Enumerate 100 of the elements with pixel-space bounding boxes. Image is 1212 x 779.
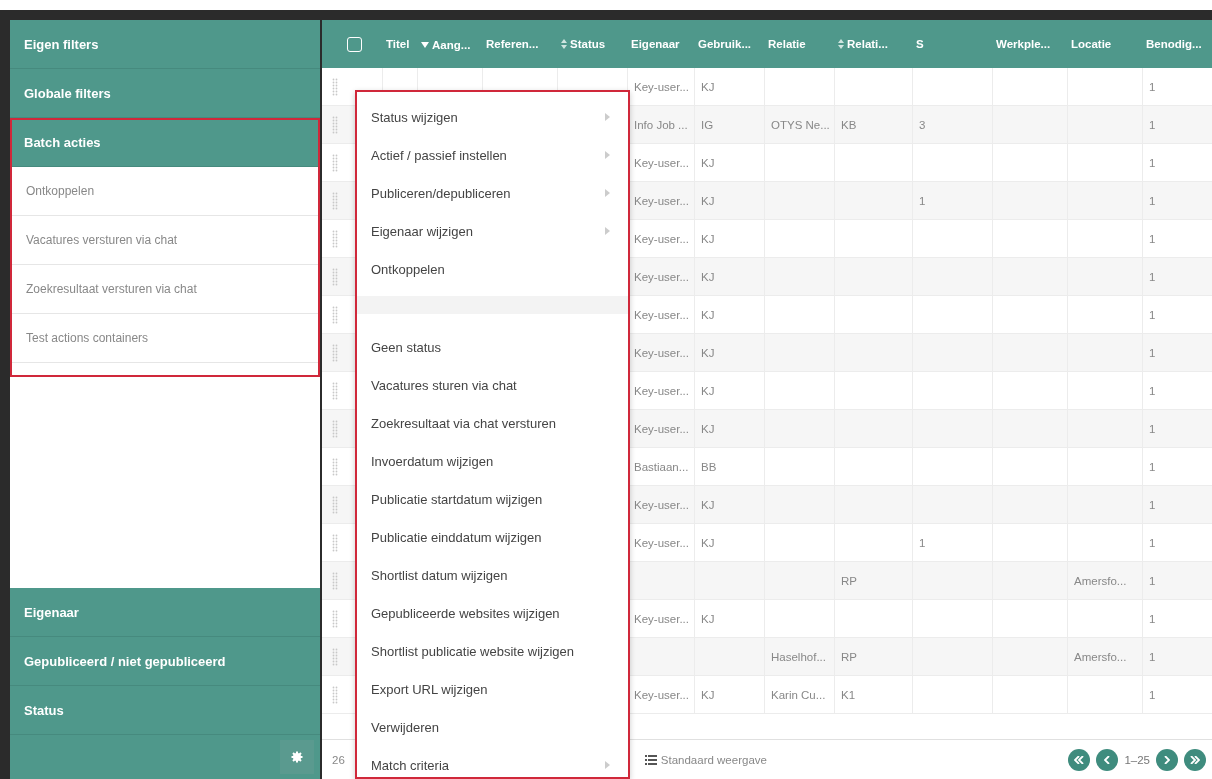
sidebar-section-header[interactable]: Eigenaar xyxy=(10,588,320,637)
column-header[interactable]: Benodig... xyxy=(1146,38,1202,50)
submenu-arrow-icon xyxy=(605,227,610,235)
menu-item[interactable]: Eigenaar wijzigen xyxy=(357,212,628,250)
select-all-checkbox[interactable] xyxy=(347,36,362,52)
menu-item[interactable]: Actief / passief instellen xyxy=(357,136,628,174)
drag-handle-icon[interactable] xyxy=(331,153,338,172)
table-cell: Key-user... xyxy=(634,308,689,321)
table-cell: 1 xyxy=(1149,308,1156,321)
table-cell: KJ xyxy=(701,688,715,701)
menu-item[interactable]: Geen status xyxy=(357,328,628,366)
table-cell: 1 xyxy=(1149,422,1156,435)
sidebar-item[interactable]: Vacatures versturen via chat xyxy=(12,216,318,265)
sidebar-item[interactable]: Test actions containers xyxy=(12,314,318,363)
drag-handle-icon[interactable] xyxy=(331,571,338,590)
last-page-button[interactable] xyxy=(1184,748,1206,771)
menu-item[interactable]: Shortlist datum wijzigen xyxy=(357,556,628,594)
drag-handle-icon[interactable] xyxy=(331,647,338,666)
sidebar-section-header[interactable]: Batch acties xyxy=(10,118,320,167)
table-cell: Key-user... xyxy=(634,536,689,549)
list-icon xyxy=(644,754,657,765)
menu-item[interactable]: Status wijzigen xyxy=(357,98,628,136)
table-cell: 1 xyxy=(1149,460,1156,473)
drag-handle-icon[interactable] xyxy=(331,229,338,248)
menu-item[interactable]: Vacatures sturen via chat xyxy=(357,366,628,404)
record-count: 26 xyxy=(332,753,345,766)
menu-item[interactable]: Invoerdatum wijzigen xyxy=(357,442,628,480)
table-cell: 1 xyxy=(1149,194,1156,207)
drag-handle-icon[interactable] xyxy=(331,609,338,628)
drag-handle-icon[interactable] xyxy=(331,343,338,362)
table-cell: RP xyxy=(841,574,857,587)
previous-page-button[interactable] xyxy=(1096,748,1119,771)
first-page-button[interactable] xyxy=(1068,748,1091,771)
sidebar-item[interactable]: Zoekresultaat versturen via chat xyxy=(12,265,318,314)
table-cell: 1 xyxy=(1149,688,1156,701)
next-page-button[interactable] xyxy=(1156,748,1178,771)
menu-item[interactable]: Match criteria xyxy=(357,746,628,779)
table-cell: Key-user... xyxy=(634,194,689,207)
drag-handle-icon[interactable] xyxy=(331,495,338,514)
menu-item[interactable]: Shortlist publicatie website wijzigen xyxy=(357,632,628,670)
menu-item[interactable]: Verwijderen xyxy=(357,708,628,746)
drag-handle-icon[interactable] xyxy=(331,685,338,704)
menu-item[interactable]: Publiceren/depubliceren xyxy=(357,174,628,212)
sidebar-section-header[interactable]: Gepubliceerd / niet gepubliceerd xyxy=(10,637,320,686)
column-header[interactable]: Eigenaar xyxy=(631,38,680,50)
drag-handle-icon[interactable] xyxy=(331,533,338,552)
table-cell: 1 xyxy=(1149,574,1156,587)
settings-icon xyxy=(291,751,303,763)
column-header[interactable]: Relatie xyxy=(768,38,806,50)
table-cell: Bastiaan... xyxy=(634,460,689,473)
drag-handle-icon[interactable] xyxy=(331,381,338,400)
column-header[interactable]: Locatie xyxy=(1071,38,1112,50)
menu-item[interactable]: Ontkoppelen xyxy=(357,250,628,288)
drag-handle-icon[interactable] xyxy=(331,457,338,476)
table-cell: 1 xyxy=(919,536,926,549)
menu-item[interactable]: Publicatie einddatum wijzigen xyxy=(357,518,628,556)
table-cell: 1 xyxy=(919,194,926,207)
column-header[interactable]: Status xyxy=(561,37,606,50)
drag-handle-icon[interactable] xyxy=(331,305,338,324)
table-cell: Info Job ... xyxy=(634,118,688,131)
table-cell: K1 xyxy=(841,688,856,701)
column-header[interactable]: Titel xyxy=(386,38,410,50)
table-cell: KJ xyxy=(701,498,715,511)
drag-handle-icon[interactable] xyxy=(331,115,338,134)
chevron-right-icon xyxy=(1164,755,1170,764)
table-cell: KJ xyxy=(701,384,715,397)
drag-handle-icon[interactable] xyxy=(331,419,338,438)
table-cell: Amersfo... xyxy=(1074,650,1127,663)
column-header[interactable]: Referen... xyxy=(486,38,539,50)
table-cell: 1 xyxy=(1149,80,1156,93)
table-cell: 1 xyxy=(1149,118,1156,131)
table-cell: 1 xyxy=(1149,384,1156,397)
drag-handle-icon[interactable] xyxy=(331,77,338,96)
table-cell: 1 xyxy=(1149,270,1156,283)
column-header[interactable]: Aang... xyxy=(421,38,471,51)
sidebar-item[interactable]: Ontkoppelen xyxy=(12,167,318,216)
double-chevron-right-icon xyxy=(1190,755,1200,764)
drag-handle-icon[interactable] xyxy=(331,191,338,210)
column-header[interactable]: Werkple... xyxy=(996,38,1051,50)
chevron-left-icon xyxy=(1104,755,1111,764)
table-cell: KJ xyxy=(701,156,715,169)
menu-item[interactable]: Export URL wijzigen xyxy=(357,670,628,708)
column-header[interactable]: Relati... xyxy=(838,37,888,50)
drag-handle-icon[interactable] xyxy=(331,267,338,286)
sidebar-section-header[interactable]: Globale filters xyxy=(10,69,320,118)
submenu-arrow-icon xyxy=(605,761,610,769)
sidebar-section-header[interactable]: Status xyxy=(10,686,320,735)
sidebar-section-header[interactable]: Eigen filters xyxy=(10,20,320,69)
menu-item[interactable]: Gepubliceerde websites wijzigen xyxy=(357,594,628,632)
column-header[interactable]: Gebruik... xyxy=(698,38,752,50)
table-cell: OTYS Ne... xyxy=(771,118,830,131)
column-header[interactable]: S xyxy=(916,38,924,50)
table-cell: KJ xyxy=(701,194,715,207)
table-cell: KJ xyxy=(701,536,715,549)
settings-button[interactable] xyxy=(280,740,314,774)
table-cell: Key-user... xyxy=(634,422,689,435)
table-cell: KB xyxy=(841,118,857,131)
double-chevron-left-icon xyxy=(1074,755,1085,764)
menu-item[interactable]: Zoekresultaat via chat versturen xyxy=(357,404,628,442)
menu-item[interactable]: Publicatie startdatum wijzigen xyxy=(357,480,628,518)
